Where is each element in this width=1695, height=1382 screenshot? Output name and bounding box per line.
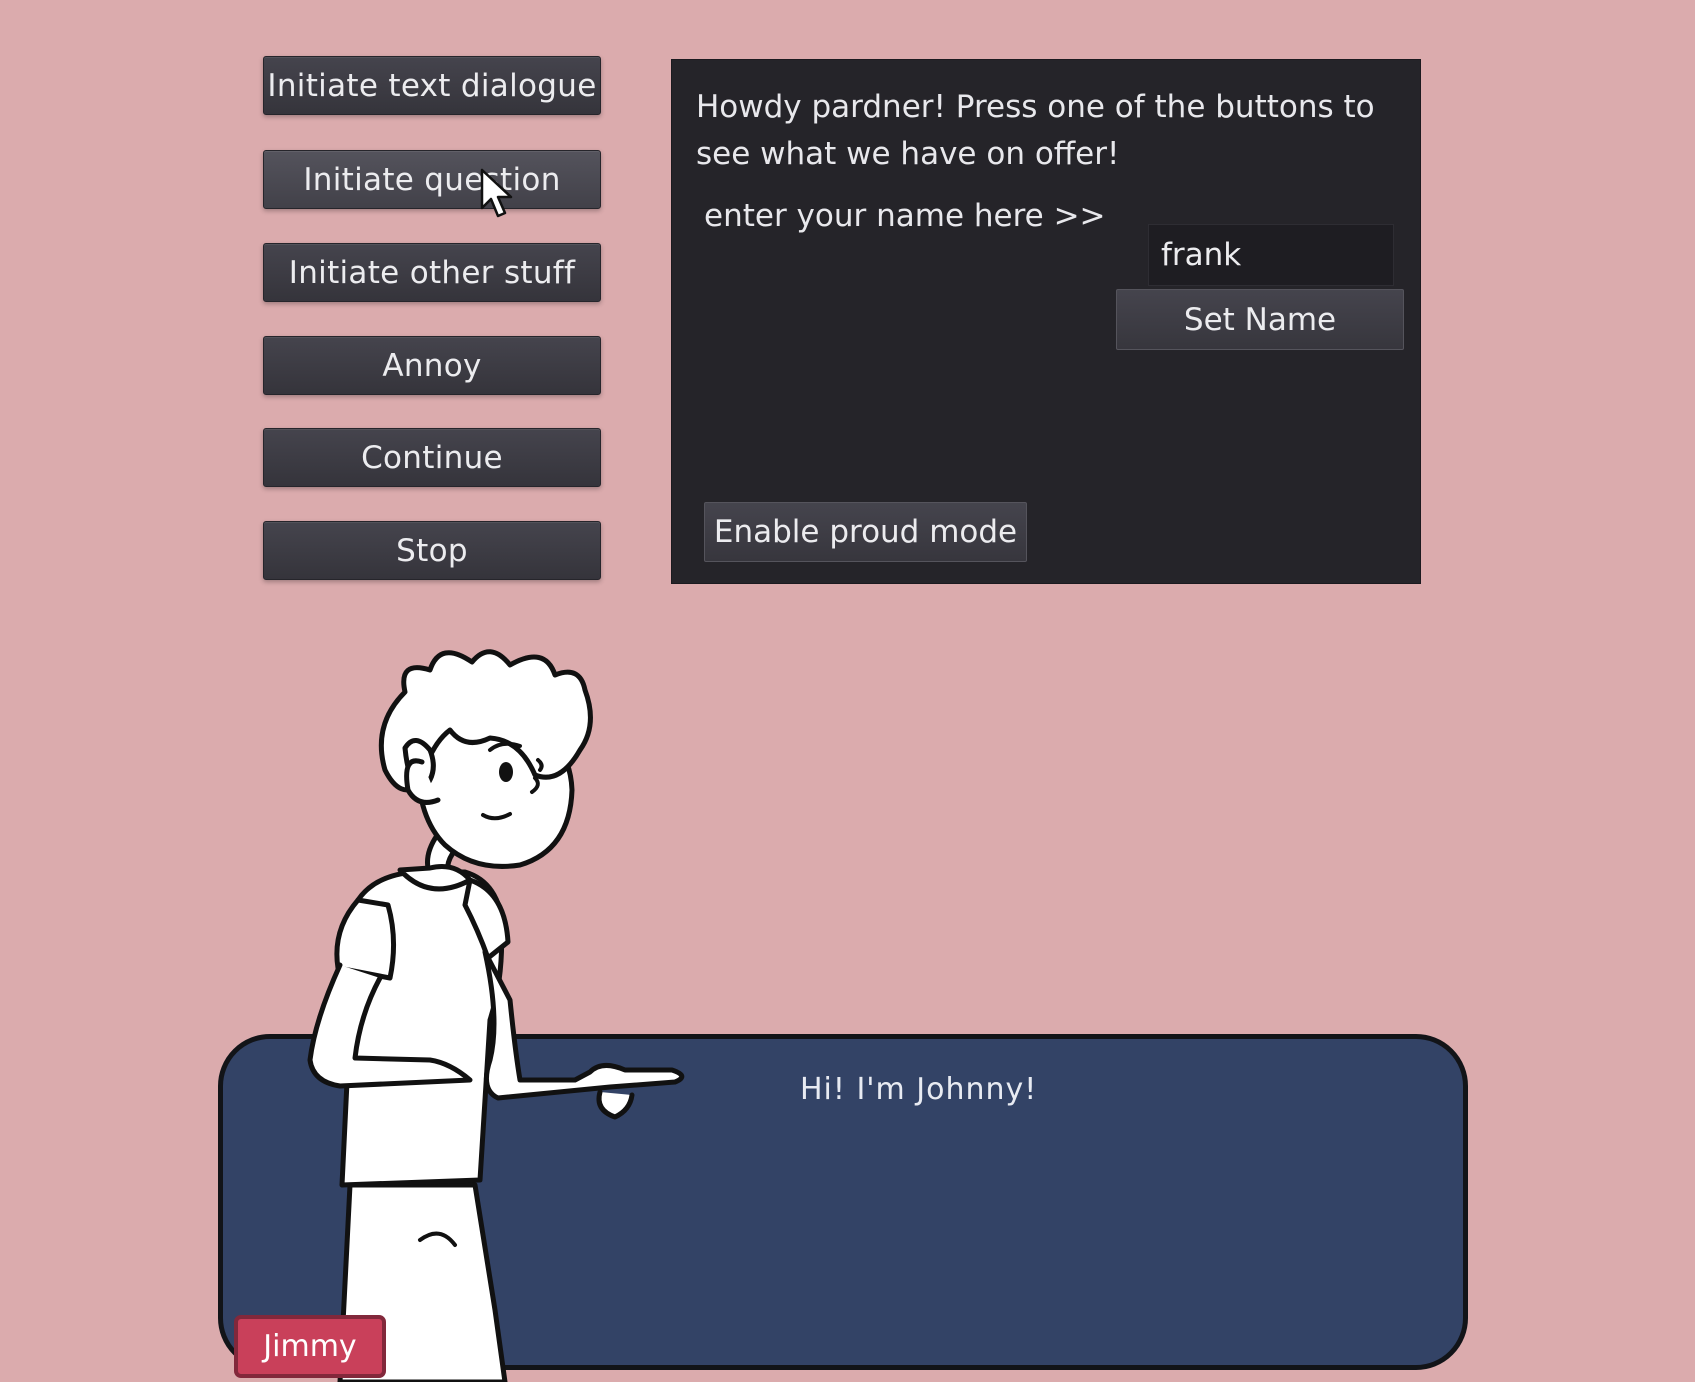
continue-button[interactable]: Continue <box>263 428 601 487</box>
name-prompt-label: enter your name here >> <box>704 198 1106 234</box>
speaker-name-tag: Jimmy <box>234 1315 386 1378</box>
mouse-pointer-icon <box>480 168 513 218</box>
stop-button[interactable]: Stop <box>263 521 601 580</box>
initiate-other-stuff-button[interactable]: Initiate other stuff <box>263 243 601 302</box>
character-portrait <box>307 649 685 1382</box>
name-input[interactable] <box>1148 224 1394 286</box>
initiate-question-button[interactable]: Initiate question <box>263 150 601 209</box>
dialogue-text: Hi! I'm Johnny! <box>800 1072 1038 1107</box>
intro-text: Howdy pardner! Press one of the buttons … <box>696 89 1375 172</box>
initiate-text-dialogue-button[interactable]: Initiate text dialogue <box>263 56 601 115</box>
set-name-button[interactable]: Set Name <box>1116 289 1404 350</box>
dialogue-panel: Howdy pardner! Press one of the buttons … <box>671 59 1421 584</box>
annoy-button[interactable]: Annoy <box>263 336 601 395</box>
enable-proud-mode-button[interactable]: Enable proud mode <box>704 502 1027 562</box>
